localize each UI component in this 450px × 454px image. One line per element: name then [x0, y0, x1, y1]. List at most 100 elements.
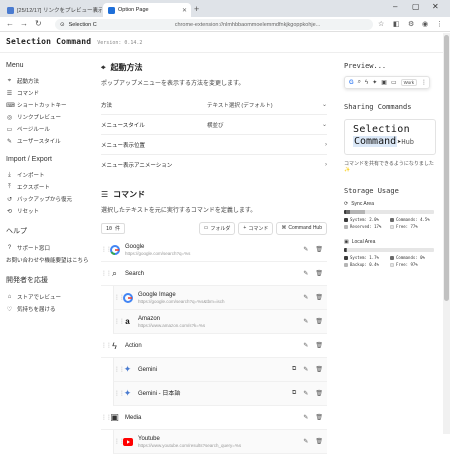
command-title: Youtube — [138, 435, 303, 443]
site-info-icon[interactable]: ⊙ — [60, 22, 65, 28]
trash-icon[interactable]: 🗑 — [315, 438, 323, 445]
new-tab-button[interactable]: + — [194, 4, 199, 14]
trash-icon[interactable]: 🗑 — [315, 318, 323, 325]
menu-style-select[interactable]: 横並び⌄ — [207, 121, 327, 129]
method-row[interactable]: 方法 テキスト選択 (デフォルト)⌄ — [101, 95, 327, 115]
edit-icon[interactable]: ✎ — [303, 366, 308, 373]
command-folder[interactable]: ⋮⋮ ▣ Media ✎🗑 — [101, 406, 327, 430]
sidebar-item-reset[interactable]: ⟲リセット — [6, 205, 94, 217]
extensions-puzzle-icon[interactable]: ⚙ — [408, 20, 414, 28]
command-hub-button[interactable]: ⌘Command Hub — [276, 222, 327, 235]
trash-icon[interactable]: 🗑 — [315, 414, 323, 421]
google-icon: G — [349, 80, 354, 86]
trash-icon[interactable]: 🗑 — [315, 342, 323, 349]
profile-icon[interactable]: ◉ — [422, 20, 428, 28]
edit-icon[interactable]: ✎ — [303, 414, 308, 421]
edit-icon[interactable]: ✎ — [303, 246, 308, 253]
tab-title: Option Page — [118, 7, 149, 13]
reload-icon[interactable]: ↻ — [35, 19, 42, 28]
lightning-icon: ϟ — [109, 340, 120, 351]
drag-handle-icon[interactable]: ⋮⋮ — [114, 318, 122, 325]
copy-icon[interactable]: ⧉ — [292, 390, 296, 397]
command-item[interactable]: ⋮⋮ Googlehttps://google.com/search?q=%s … — [101, 238, 327, 262]
command-title: Gemini - 日本語 — [138, 390, 292, 398]
edit-icon[interactable]: ✎ — [303, 438, 308, 445]
tab-close-icon[interactable]: ✕ — [93, 7, 98, 14]
add-folder-button[interactable]: ▭フォルダ — [199, 222, 236, 235]
extension-icon[interactable]: ◧ — [393, 20, 400, 28]
sharing-card[interactable]: Selection Command➤Hub — [344, 119, 436, 155]
sidebar-item-contact[interactable]: お問い合わせや機能要望はこちら — [6, 254, 94, 266]
command-url: https://www.youtube.com/results?search_q… — [138, 443, 303, 448]
close-window-icon[interactable]: ✕ — [432, 2, 439, 11]
add-command-button[interactable]: +コマンド — [238, 222, 273, 235]
drag-handle-icon[interactable]: ⋮⋮ — [114, 294, 122, 301]
sidebar-item-support[interactable]: ?サポート窓口 — [6, 242, 94, 254]
command-item[interactable]: ⋮⋮ ✦ Gemini - 日本語 ⧉ ✎ 🗑 — [113, 382, 327, 406]
sidebar-item-import[interactable]: ⤓インポート — [6, 169, 94, 181]
sidebar-item-restore-backup[interactable]: ↺バックアップから復元 — [6, 193, 94, 205]
edit-icon[interactable]: ✎ — [303, 294, 308, 301]
trash-icon[interactable]: 🗑 — [315, 270, 323, 277]
folder-title: Media — [125, 414, 303, 422]
command-folder[interactable]: ⋮⋮ ϟ Action ✎🗑 — [101, 334, 327, 358]
edit-icon[interactable]: ✎ — [303, 318, 308, 325]
drag-handle-icon[interactable]: ⋮⋮ — [114, 390, 122, 397]
drag-handle-icon[interactable]: ⋮⋮ — [114, 366, 122, 373]
minimize-icon[interactable]: – — [393, 2, 397, 11]
back-icon[interactable]: ← — [6, 19, 14, 28]
scrollbar-thumb[interactable] — [444, 35, 449, 301]
drag-handle-icon[interactable]: ⋮⋮ — [101, 270, 109, 277]
trash-icon[interactable]: 🗑 — [315, 294, 323, 301]
sidebar-item-label: ページルール — [17, 125, 50, 133]
drag-handle-icon[interactable]: ⋮⋮ — [101, 342, 109, 349]
tab-preview-link[interactable]: [25/12/17] リンクをプレビュー表示 ✕ — [2, 3, 102, 17]
legend-text: System: 1.7% — [350, 255, 379, 260]
command-item[interactable]: ⋮⋮ a Amazonhttps://www.amazon.com/s?k=%s… — [113, 310, 327, 334]
maximize-icon[interactable]: ▢ — [412, 2, 420, 11]
legend-item: System: 2.0% — [344, 217, 390, 222]
sidebar-item-donate[interactable]: ♡気持ちを届ける — [6, 303, 94, 315]
legend-swatch — [344, 218, 348, 222]
tab-close-icon[interactable]: ✕ — [182, 7, 187, 14]
tab-option-page[interactable]: Option Page ✕ — [103, 3, 191, 17]
edit-icon[interactable]: ✎ — [303, 270, 308, 277]
sidebar-item-startup[interactable]: ⌖起動方法 — [6, 75, 94, 87]
sidebar-item-page-rules[interactable]: ▭ページルール — [6, 123, 94, 135]
sidebar-item-user-style[interactable]: ✎ユーザースタイル — [6, 135, 94, 147]
trash-icon[interactable]: 🗑 — [315, 366, 323, 373]
bookmark-star-icon[interactable]: ☆ — [378, 20, 384, 28]
scrollbar[interactable] — [443, 33, 450, 434]
legend-swatch — [390, 225, 394, 229]
copy-icon[interactable]: ⧉ — [292, 366, 296, 373]
menu-animation-row[interactable]: メニュー表示アニメーション › — [101, 155, 327, 175]
trash-icon[interactable]: 🗑 — [315, 390, 323, 397]
sidebar-item-shortcuts[interactable]: ⌨ショートカットキー — [6, 99, 94, 111]
browser-menu-icon[interactable]: ⋮ — [436, 20, 443, 28]
omnibox[interactable]: ⊙ Selection C chrome-extension://nlmhbba… — [55, 19, 373, 30]
menu-style-row[interactable]: メニュースタイル 横並び⌄ — [101, 115, 327, 135]
command-item[interactable]: ⋮⋮ ✦ Gemini ⧉✎🗑 — [113, 358, 327, 382]
drag-handle-icon[interactable]: ⋮⋮ — [101, 246, 109, 253]
sidebar-item-link-preview[interactable]: ◎リンクプレビュー — [6, 111, 94, 123]
legend-swatch — [344, 225, 348, 229]
sidebar-item-review[interactable]: ⌂ストアでレビュー — [6, 291, 94, 303]
drag-handle-icon[interactable]: ⋮⋮ — [114, 438, 122, 445]
storage-area-title: Local Area — [352, 239, 376, 245]
command-folder[interactable]: ⋮⋮ ⌕ Search ✎🗑 — [101, 262, 327, 286]
sidebar-item-label: インポート — [17, 171, 45, 179]
method-select[interactable]: テキスト選択 (デフォルト)⌄ — [207, 101, 327, 109]
command-item[interactable]: ⋮⋮ Google Imagehttps://google.com/search… — [113, 286, 327, 310]
gemini-icon: ✦ — [122, 388, 133, 399]
help-group: ヘルプ ?サポート窓口 お問い合わせや機能要望はこちら — [6, 226, 94, 266]
share-hub: Hub — [401, 138, 414, 146]
menu-position-row[interactable]: メニュー表示位置 › — [101, 135, 327, 155]
sidebar-item-commands[interactable]: ☰コマンド — [6, 87, 94, 99]
edit-icon[interactable]: ✎ — [303, 342, 308, 349]
drag-handle-icon[interactable]: ⋮⋮ — [101, 414, 109, 421]
import-export-group: Import / Export ⤓インポート ⤒エクスポート ↺バックアップから… — [6, 156, 94, 217]
sidebar-item-export[interactable]: ⤒エクスポート — [6, 181, 94, 193]
trash-icon[interactable]: 🗑 — [315, 246, 323, 253]
edit-icon[interactable]: ✎ — [303, 390, 308, 397]
forward-icon[interactable]: → — [20, 19, 28, 28]
